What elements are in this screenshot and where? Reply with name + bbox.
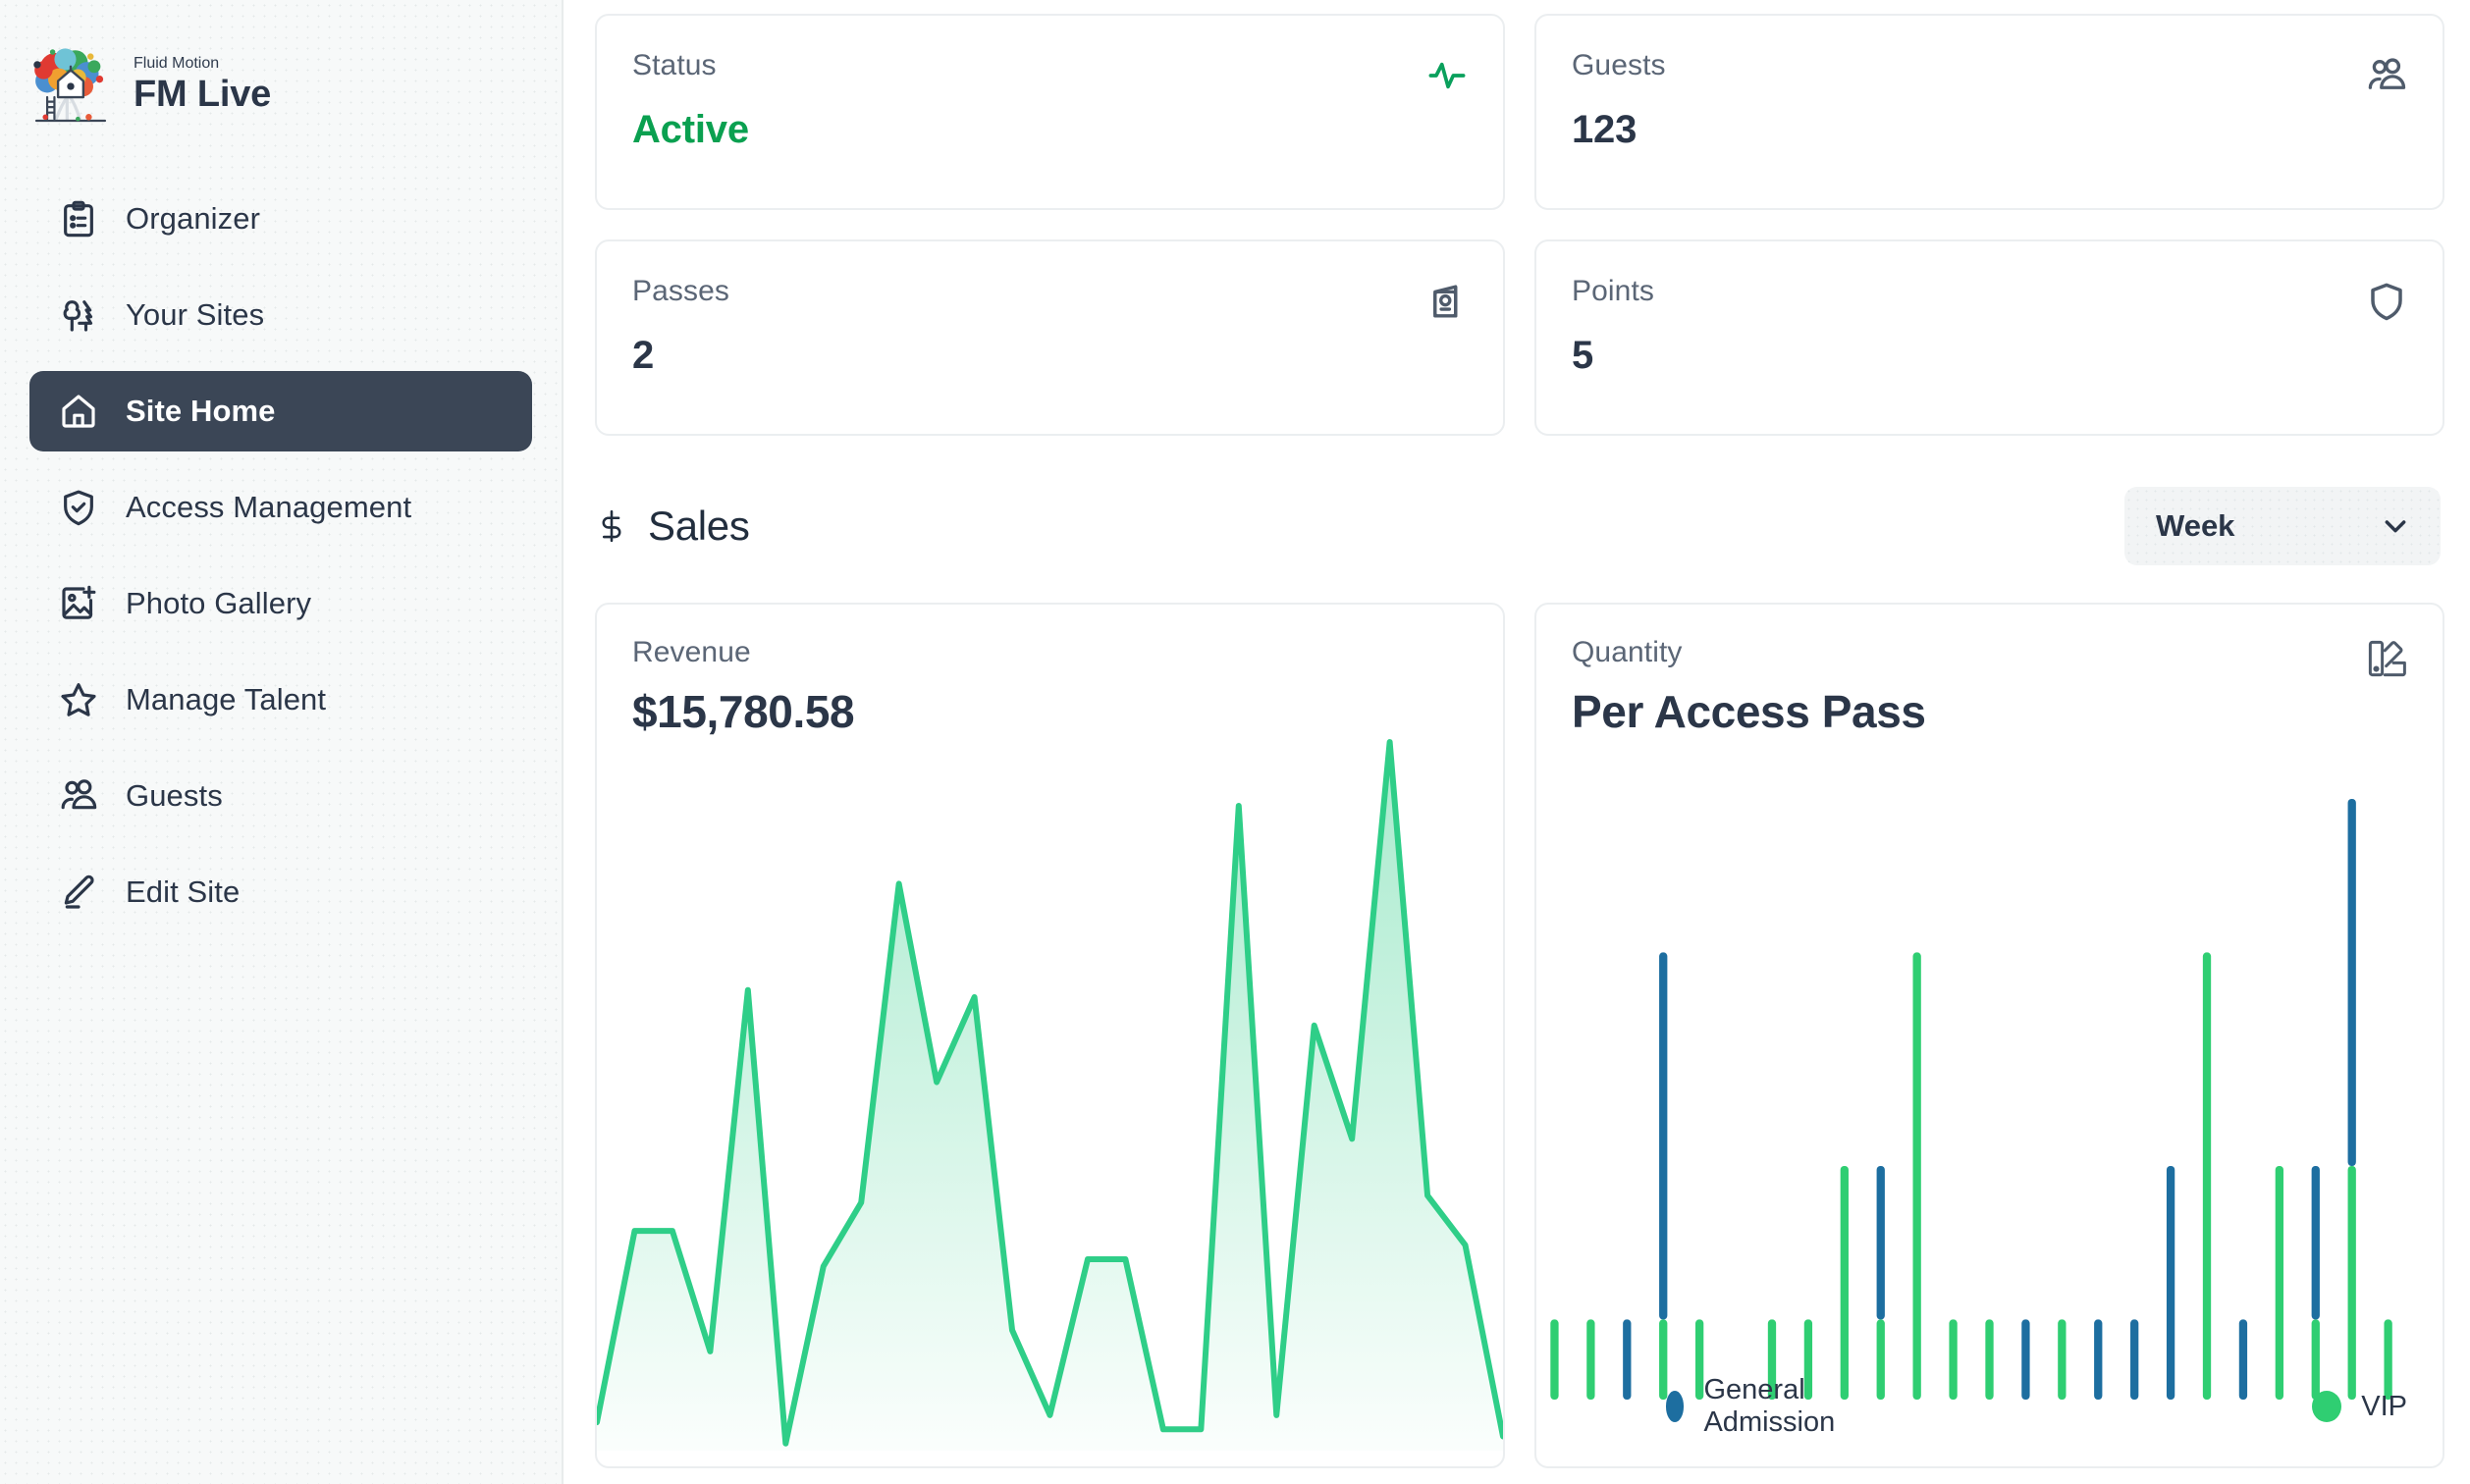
sidebar-item-label: Manage Talent xyxy=(126,682,327,716)
legend-item-general-admission[interactable]: General Admission xyxy=(1666,1374,1851,1439)
sidebar-item-site-home[interactable]: Site Home xyxy=(29,371,532,451)
sidebar-item-label: Your Sites xyxy=(126,297,265,332)
sidebar-nav: Organizer Your Sites Site Home Access Ma… xyxy=(0,179,562,932)
pencil-icon xyxy=(57,871,100,914)
brand-org: Fluid Motion xyxy=(134,55,220,73)
dollar-sign-icon xyxy=(595,504,628,549)
treehouse-logo-icon xyxy=(26,41,116,132)
period-selected-value: Week xyxy=(2156,508,2235,543)
stat-card-status: Status Active xyxy=(595,14,1505,210)
revenue-area-chart[interactable] xyxy=(597,722,1503,1466)
status-badge: Active xyxy=(632,108,749,151)
quantity-card-subtitle: Quantity xyxy=(1572,636,1683,668)
period-select[interactable]: Week xyxy=(2124,487,2441,565)
sidebar-item-label: Photo Gallery xyxy=(126,586,312,620)
brand-header[interactable]: Fluid Motion FM Live xyxy=(0,22,562,137)
sidebar-item-manage-talent[interactable]: Manage Talent xyxy=(29,660,532,740)
stat-label: Guests xyxy=(1572,49,1666,81)
sidebar: Fluid Motion FM Live Organizer Your Site… xyxy=(0,0,564,1484)
app-root: Fluid Motion FM Live Organizer Your Site… xyxy=(0,0,2470,1484)
sidebar-item-photo-gallery[interactable]: Photo Gallery xyxy=(29,563,532,644)
stat-value: 123 xyxy=(1572,108,1638,151)
users-icon xyxy=(2366,55,2407,96)
stat-card-passes: Passes 2 xyxy=(595,239,1505,436)
legend-label: General Admission xyxy=(1703,1374,1836,1438)
star-icon xyxy=(57,678,100,721)
sidebar-item-label: Site Home xyxy=(126,394,276,428)
shield-icon xyxy=(2366,281,2407,322)
sidebar-item-label: Edit Site xyxy=(126,874,241,909)
main-content: Status Active Guests 123 Passes 2 Points… xyxy=(564,0,2470,1484)
chart-legend: General Admission VIP xyxy=(1572,1374,2407,1439)
legend-label: VIP xyxy=(2361,1390,2407,1422)
sidebar-item-label: Access Management xyxy=(126,490,412,524)
sidebar-item-access-management[interactable]: Access Management xyxy=(29,467,532,548)
legend-color-dot xyxy=(2312,1391,2342,1422)
users-icon xyxy=(57,774,100,818)
stat-label: Passes xyxy=(632,275,729,307)
id-badge-icon xyxy=(1426,281,1468,322)
stat-value: 5 xyxy=(1572,334,1594,377)
sidebar-item-guests[interactable]: Guests xyxy=(29,756,532,836)
legend-item-vip[interactable]: VIP xyxy=(2312,1391,2407,1423)
sidebar-item-your-sites[interactable]: Your Sites xyxy=(29,275,532,355)
shield-check-icon xyxy=(57,486,100,529)
color-swatch-icon[interactable] xyxy=(2366,638,2407,679)
trees-icon xyxy=(57,293,100,337)
sales-section-header: Sales Week xyxy=(595,487,2444,565)
sidebar-item-label: Guests xyxy=(126,778,223,813)
stat-value: 2 xyxy=(632,334,655,377)
sidebar-item-edit-site[interactable]: Edit Site xyxy=(29,852,532,932)
chevron-down-icon xyxy=(2380,510,2411,542)
legend-color-dot xyxy=(1666,1391,1685,1422)
stat-card-points: Points 5 xyxy=(1534,239,2444,436)
sales-title-text: Sales xyxy=(648,503,750,549)
activity-pulse-icon xyxy=(1426,55,1468,96)
stat-card-grid: Status Active Guests 123 Passes 2 Points… xyxy=(595,14,2444,436)
stat-label: Status xyxy=(632,49,717,81)
revenue-chart-card: Revenue $15,780.58 xyxy=(595,603,1505,1468)
stat-label: Points xyxy=(1572,275,1654,307)
home-icon xyxy=(57,390,100,433)
chart-card-grid: Revenue $15,780.58 Quantity Per Access P… xyxy=(595,603,2444,1468)
quantity-chart-card: Quantity Per Access Pass General Admissi… xyxy=(1534,603,2444,1468)
sidebar-item-organizer[interactable]: Organizer xyxy=(29,179,532,259)
revenue-card-subtitle: Revenue xyxy=(632,636,751,668)
stat-card-guests: Guests 123 xyxy=(1534,14,2444,210)
quantity-stacked-bar-chart[interactable] xyxy=(1536,722,2443,1409)
clipboard-list-icon xyxy=(57,197,100,240)
sidebar-item-label: Organizer xyxy=(126,201,261,236)
page-title: Sales xyxy=(595,503,750,550)
brand-site-name: FM Live xyxy=(134,74,272,116)
image-plus-icon xyxy=(57,582,100,625)
